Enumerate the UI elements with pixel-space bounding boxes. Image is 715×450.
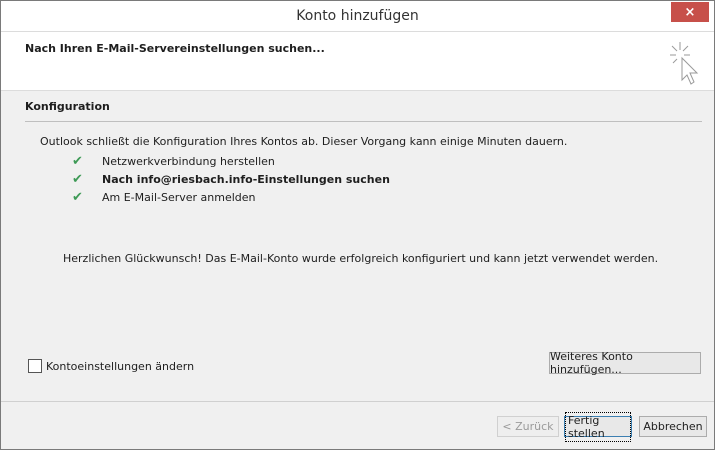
section-divider bbox=[25, 121, 702, 122]
configuration-description: Outlook schließt die Konfiguration Ihres… bbox=[40, 135, 568, 148]
step-search-settings: ✔ Nach info@riesbach.info-Einstellungen … bbox=[72, 171, 390, 187]
cancel-button[interactable]: Abbrechen bbox=[639, 416, 707, 437]
checkmark-icon: ✔ bbox=[72, 153, 83, 169]
change-settings-label[interactable]: Kontoeinstellungen ändern bbox=[46, 360, 194, 373]
back-label: < Zurück bbox=[502, 420, 554, 433]
success-message: Herzlichen Glückwunsch! Das E-Mail-Konto… bbox=[63, 252, 659, 265]
cancel-label: Abbrechen bbox=[643, 420, 703, 433]
close-icon: × bbox=[684, 4, 696, 20]
step-label: Am E-Mail-Server anmelden bbox=[102, 190, 256, 204]
finish-label: Fertig stellen bbox=[565, 411, 631, 442]
header-title: Nach Ihren E-Mail-Servereinstellungen su… bbox=[25, 42, 325, 55]
dialog-header: Nach Ihren E-Mail-Servereinstellungen su… bbox=[1, 31, 714, 91]
footer-divider bbox=[1, 401, 714, 402]
add-another-account-label: Weiteres Konto hinzufügen... bbox=[550, 350, 633, 376]
change-settings-checkbox[interactable] bbox=[28, 359, 42, 373]
finish-button[interactable]: Fertig stellen bbox=[564, 411, 632, 442]
step-label: Nach info@riesbach.info-Einstellungen su… bbox=[102, 172, 390, 186]
step-network: ✔ Netzwerkverbindung herstellen bbox=[72, 153, 275, 169]
checkmark-icon: ✔ bbox=[72, 171, 83, 187]
add-account-dialog: Konto hinzufügen × Nach Ihren E-Mail-Ser… bbox=[0, 0, 715, 450]
back-button[interactable]: < Zurück bbox=[497, 416, 559, 437]
section-title: Konfiguration bbox=[25, 100, 110, 113]
step-login: ✔ Am E-Mail-Server anmelden bbox=[72, 189, 256, 205]
add-another-account-button[interactable]: Weiteres Konto hinzufügen... bbox=[549, 350, 701, 376]
change-settings-option[interactable]: Kontoeinstellungen ändern bbox=[28, 359, 194, 373]
title-bar: Konto hinzufügen × bbox=[1, 1, 714, 31]
close-button[interactable]: × bbox=[671, 2, 709, 22]
checkmark-icon: ✔ bbox=[72, 189, 83, 205]
cursor-sparkle-icon bbox=[670, 42, 699, 85]
step-label: Netzwerkverbindung herstellen bbox=[102, 154, 275, 168]
window-title: Konto hinzufügen bbox=[296, 8, 419, 24]
